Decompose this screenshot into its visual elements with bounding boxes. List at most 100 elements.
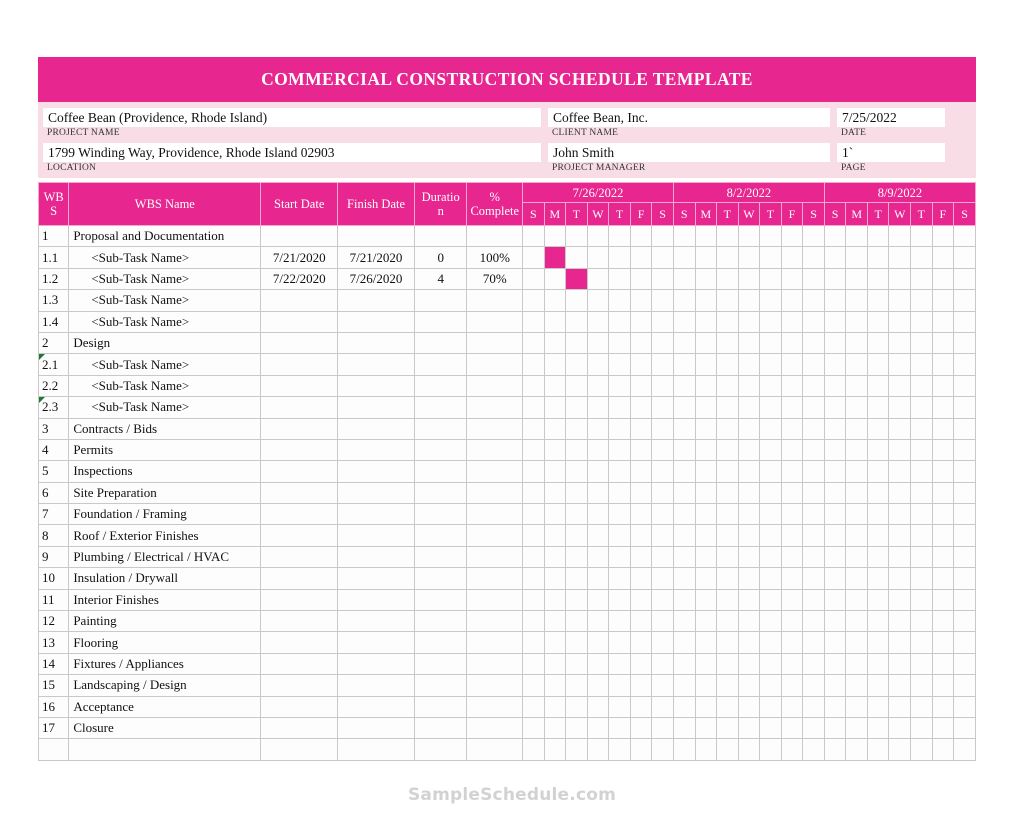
cell-start-date[interactable] <box>260 545 339 569</box>
gantt-empty-cell[interactable] <box>737 524 761 547</box>
gantt-empty-cell[interactable] <box>802 674 825 697</box>
gantt-empty-cell[interactable] <box>522 716 545 740</box>
cell-duration[interactable] <box>413 695 468 718</box>
gantt-empty-cell[interactable] <box>780 738 804 761</box>
gantt-empty-cell[interactable] <box>759 438 782 462</box>
gantt-empty-cell[interactable] <box>543 524 567 547</box>
gantt-empty-cell[interactable] <box>522 545 545 569</box>
gantt-empty-cell[interactable] <box>802 652 825 676</box>
gantt-empty-cell[interactable] <box>522 460 545 483</box>
cell-start-date[interactable] <box>260 396 339 419</box>
gantt-empty-cell[interactable] <box>888 374 912 398</box>
gantt-empty-cell[interactable] <box>845 545 868 569</box>
cell-wbs[interactable]: 6 <box>37 481 70 505</box>
gantt-empty-cell[interactable] <box>522 310 545 333</box>
gantt-empty-cell[interactable] <box>586 396 610 419</box>
table-row[interactable]: 2.3 <Sub-Task Name> <box>37 396 976 419</box>
gantt-empty-cell[interactable] <box>565 374 588 398</box>
gantt-empty-cell[interactable] <box>543 695 567 718</box>
gantt-empty-cell[interactable] <box>716 588 739 612</box>
gantt-empty-cell[interactable] <box>888 610 912 633</box>
gantt-empty-cell[interactable] <box>716 289 739 312</box>
gantt-empty-cell[interactable] <box>953 460 976 483</box>
project-manager-value[interactable]: John Smith <box>548 143 830 162</box>
gantt-empty-cell[interactable] <box>866 545 890 569</box>
gantt-empty-cell[interactable] <box>543 396 567 419</box>
gantt-empty-cell[interactable] <box>953 246 976 269</box>
cell-start-date[interactable] <box>260 674 339 697</box>
cell-start-date[interactable] <box>260 588 339 612</box>
gantt-empty-cell[interactable] <box>931 460 955 483</box>
gantt-empty-cell[interactable] <box>694 246 718 269</box>
gantt-empty-cell[interactable] <box>565 417 588 440</box>
gantt-empty-cell[interactable] <box>716 610 739 633</box>
gantt-empty-cell[interactable] <box>823 417 847 440</box>
gantt-empty-cell[interactable] <box>737 481 761 505</box>
gantt-empty-cell[interactable] <box>629 417 653 440</box>
gantt-empty-cell[interactable] <box>522 524 545 547</box>
gantt-empty-cell[interactable] <box>694 460 718 483</box>
gantt-empty-cell[interactable] <box>845 610 868 633</box>
gantt-empty-cell[interactable] <box>910 224 933 248</box>
gantt-empty-cell[interactable] <box>780 289 804 312</box>
gantt-empty-cell[interactable] <box>586 224 610 248</box>
gantt-empty-cell[interactable] <box>586 652 610 676</box>
gantt-empty-cell[interactable] <box>910 460 933 483</box>
gantt-empty-cell[interactable] <box>866 503 890 526</box>
gantt-empty-cell[interactable] <box>866 738 890 761</box>
cell-duration[interactable] <box>413 652 468 676</box>
cell-finish-date[interactable] <box>337 567 415 590</box>
cell-percent-complete[interactable] <box>466 652 524 676</box>
cell-percent-complete[interactable] <box>466 716 524 740</box>
gantt-empty-cell[interactable] <box>543 224 567 248</box>
gantt-empty-cell[interactable] <box>910 524 933 547</box>
gantt-empty-cell[interactable] <box>953 353 976 376</box>
gantt-empty-cell[interactable] <box>888 246 912 269</box>
gantt-empty-cell[interactable] <box>586 438 610 462</box>
page-field[interactable]: 1` PAGE <box>837 143 945 175</box>
cell-wbs[interactable]: 2.2 <box>37 374 70 398</box>
gantt-empty-cell[interactable] <box>586 716 610 740</box>
gantt-empty-cell[interactable] <box>931 374 955 398</box>
gantt-empty-cell[interactable] <box>629 652 653 676</box>
gantt-empty-cell[interactable] <box>608 267 631 291</box>
cell-wbs[interactable]: 8 <box>37 524 70 547</box>
cell-duration[interactable] <box>413 224 468 248</box>
gantt-empty-cell[interactable] <box>737 246 761 269</box>
gantt-empty-cell[interactable] <box>888 438 912 462</box>
gantt-empty-cell[interactable] <box>802 353 825 376</box>
gantt-empty-cell[interactable] <box>780 503 804 526</box>
gantt-empty-cell[interactable] <box>759 524 782 547</box>
gantt-empty-cell[interactable] <box>931 631 955 654</box>
gantt-empty-cell[interactable] <box>586 610 610 633</box>
gantt-empty-cell[interactable] <box>716 310 739 333</box>
gantt-empty-cell[interactable] <box>716 438 739 462</box>
gantt-empty-cell[interactable] <box>651 524 674 547</box>
gantt-empty-cell[interactable] <box>910 289 933 312</box>
gantt-empty-cell[interactable] <box>780 417 804 440</box>
gantt-empty-cell[interactable] <box>694 545 718 569</box>
gantt-empty-cell[interactable] <box>651 588 674 612</box>
cell-wbs-name[interactable]: Site Preparation <box>68 481 262 505</box>
gantt-empty-cell[interactable] <box>737 374 761 398</box>
gantt-empty-cell[interactable] <box>866 224 890 248</box>
gantt-empty-cell[interactable] <box>608 331 631 355</box>
gantt-empty-cell[interactable] <box>823 246 847 269</box>
gantt-empty-cell[interactable] <box>522 396 545 419</box>
gantt-empty-cell[interactable] <box>586 460 610 483</box>
gantt-empty-cell[interactable] <box>802 567 825 590</box>
gantt-empty-cell[interactable] <box>651 353 674 376</box>
gantt-empty-cell[interactable] <box>522 631 545 654</box>
gantt-empty-cell[interactable] <box>629 310 653 333</box>
gantt-empty-cell[interactable] <box>780 588 804 612</box>
gantt-empty-cell[interactable] <box>651 289 674 312</box>
gantt-empty-cell[interactable] <box>694 631 718 654</box>
gantt-empty-cell[interactable] <box>759 652 782 676</box>
gantt-empty-cell[interactable] <box>608 545 631 569</box>
gantt-empty-cell[interactable] <box>608 503 631 526</box>
cell-start-date[interactable] <box>260 481 339 505</box>
gantt-empty-cell[interactable] <box>608 567 631 590</box>
gantt-empty-cell[interactable] <box>737 631 761 654</box>
cell-start-date[interactable] <box>260 310 339 333</box>
gantt-empty-cell[interactable] <box>543 310 567 333</box>
